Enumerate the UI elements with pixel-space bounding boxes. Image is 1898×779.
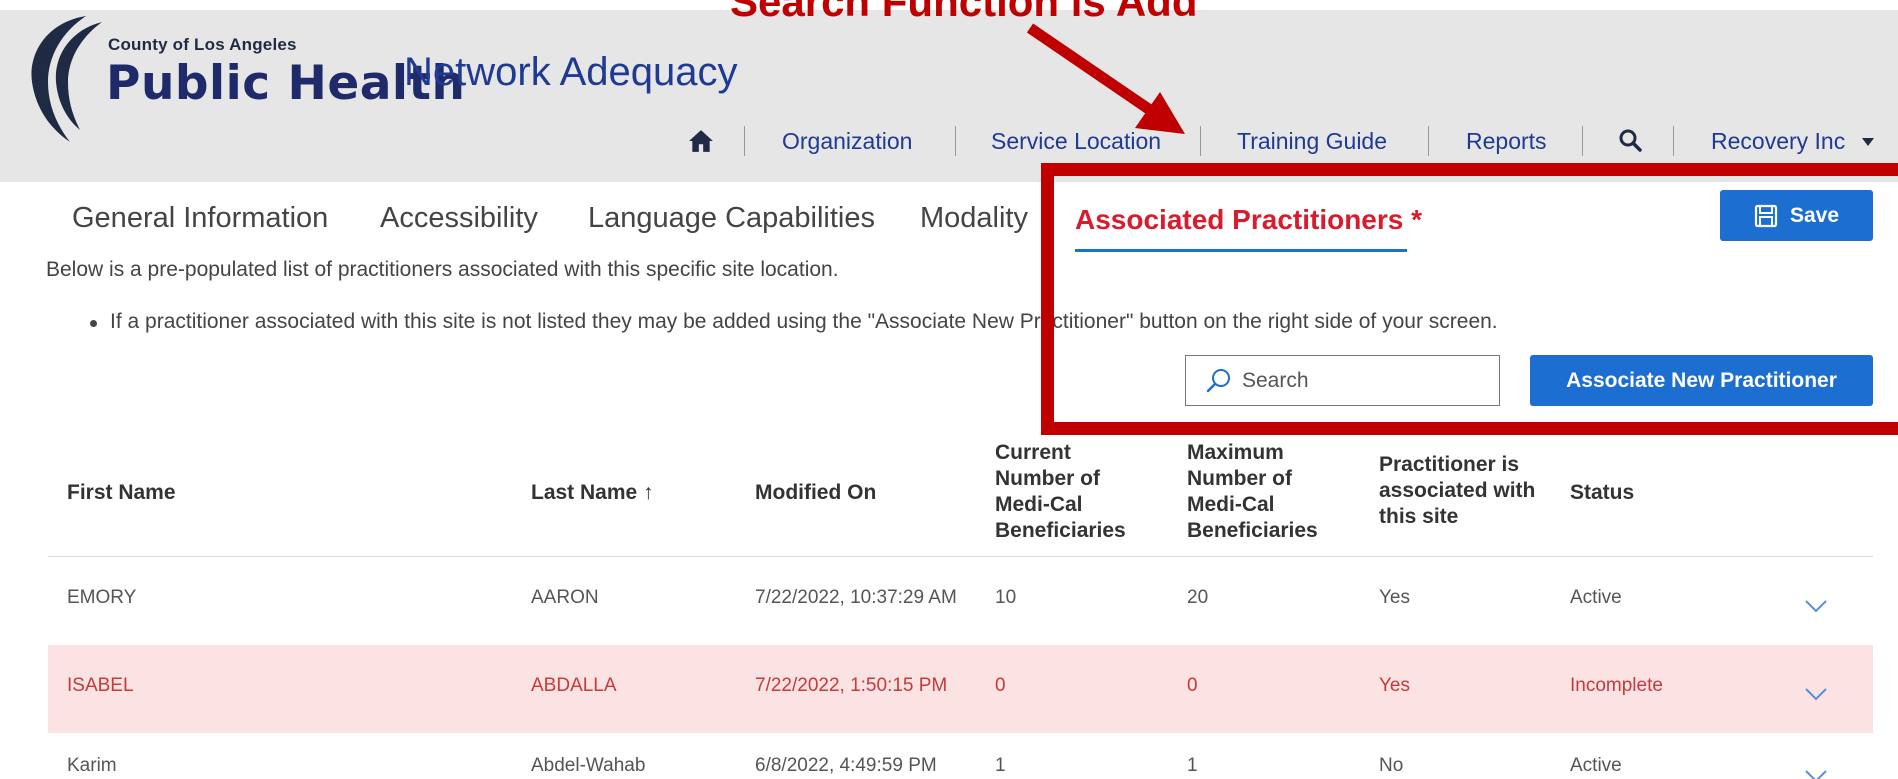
column-header-first-name[interactable]: First Name (67, 480, 176, 506)
bullet-dot (90, 320, 97, 327)
cell-first-name: EMORY (67, 587, 137, 608)
save-button[interactable]: Save (1720, 190, 1873, 241)
column-header-current-beneficiaries[interactable]: Current Number of Medi-Cal Beneficiaries (995, 440, 1145, 544)
cell-last-name: Abdel-Wahab (531, 755, 646, 776)
cell-current-beneficiaries: 0 (995, 675, 1006, 696)
cell-maximum-beneficiaries: 0 (1187, 675, 1198, 696)
search-input[interactable] (1242, 368, 1482, 393)
save-icon (1754, 204, 1778, 227)
search-box[interactable] (1185, 355, 1500, 406)
public-health-logo-icon (31, 16, 102, 142)
chevron-down-icon[interactable] (1805, 599, 1827, 613)
column-header-modified-on[interactable]: Modified On (755, 480, 876, 506)
nav-organization[interactable]: Organization (782, 128, 912, 155)
table-row[interactable]: ISABEL ABDALLA 7/22/2022, 1:50:15 PM 0 0… (48, 645, 1873, 733)
annotation-callout-text: Search Function is Add (730, 0, 1198, 25)
cell-current-beneficiaries: 10 (995, 587, 1017, 608)
caret-down-icon[interactable] (1862, 138, 1874, 146)
tab-general-information[interactable]: General Information (72, 202, 328, 235)
user-menu[interactable]: Recovery Inc (1711, 128, 1845, 155)
associate-new-practitioner-button[interactable]: Associate New Practitioner (1530, 355, 1873, 406)
nav-service-location[interactable]: Service Location (991, 128, 1161, 155)
intro-text: Below is a pre-populated list of practit… (46, 258, 839, 281)
tab-modality[interactable]: Modality (920, 202, 1028, 235)
chevron-down-icon[interactable] (1805, 687, 1827, 701)
nav-separator (955, 126, 956, 156)
cell-status: Active (1570, 755, 1622, 776)
app-title[interactable]: Network Adequacy (404, 50, 738, 95)
save-button-label: Save (1789, 203, 1840, 227)
active-tab-indicator (1075, 249, 1407, 252)
column-header-last-name[interactable]: Last Name ↑ (531, 480, 654, 506)
cell-last-name: AARON (531, 587, 599, 608)
instruction-bullet: If a practitioner associated with this s… (110, 310, 1498, 333)
column-header-status[interactable]: Status (1570, 480, 1634, 506)
nav-separator (1582, 126, 1583, 156)
home-icon[interactable] (688, 128, 714, 154)
cell-associated: No (1379, 755, 1404, 776)
chevron-down-icon[interactable] (1805, 769, 1827, 779)
tab-accessibility[interactable]: Accessibility (380, 202, 538, 235)
table-row[interactable]: Karim Abdel-Wahab 6/8/2022, 4:49:59 PM 1… (48, 733, 1873, 779)
cell-current-beneficiaries: 1 (995, 755, 1006, 776)
cell-associated: Yes (1379, 587, 1410, 608)
cell-first-name: Karim (67, 755, 117, 776)
search-icon[interactable] (1618, 128, 1642, 152)
cell-maximum-beneficiaries: 20 (1187, 587, 1209, 608)
cell-status: Active (1570, 587, 1622, 608)
cell-status: Incomplete (1570, 675, 1663, 696)
cell-associated: Yes (1379, 675, 1410, 696)
nav-separator (744, 126, 745, 156)
search-icon (1206, 368, 1230, 392)
cell-modified-on: 7/22/2022, 10:37:29 AM (755, 587, 957, 608)
cell-maximum-beneficiaries: 1 (1187, 755, 1198, 776)
column-header-associated-with-site[interactable]: Practitioner is associated with this sit… (1379, 452, 1544, 530)
cell-first-name: ISABEL (67, 675, 134, 696)
nav-separator (1673, 126, 1674, 156)
cell-modified-on: 7/22/2022, 1:50:15 PM (755, 675, 948, 696)
table-row[interactable]: EMORY AARON 7/22/2022, 10:37:29 AM 10 20… (48, 557, 1873, 645)
tab-language-capabilities[interactable]: Language Capabilities (588, 202, 875, 235)
cell-modified-on: 6/8/2022, 4:49:59 PM (755, 755, 937, 776)
cell-last-name: ABDALLA (531, 675, 617, 696)
nav-training-guide[interactable]: Training Guide (1237, 128, 1387, 155)
nav-separator (1200, 126, 1201, 156)
column-header-maximum-beneficiaries[interactable]: Maximum Number of Medi-Cal Beneficiaries (1187, 440, 1337, 544)
nav-separator (1428, 126, 1429, 156)
nav-reports[interactable]: Reports (1466, 128, 1547, 155)
tab-associated-practitioners[interactable]: Associated Practitioners * (1075, 204, 1422, 236)
county-name: County of Los Angeles (108, 35, 297, 54)
